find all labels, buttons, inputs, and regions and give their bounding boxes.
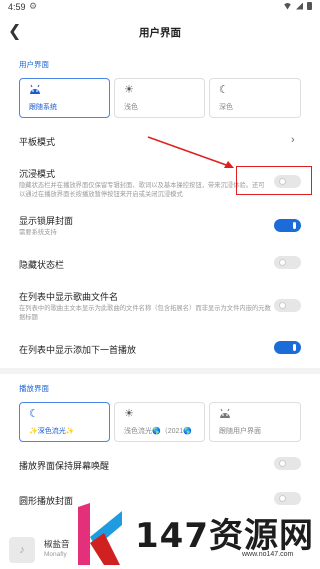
mini-player-song: 椒盐音 — [44, 539, 70, 549]
music-note-icon: ♪ — [9, 537, 35, 563]
annotation-highlight-box — [236, 166, 312, 195]
annotation-arrow — [147, 136, 234, 168]
watermark-logo — [78, 503, 122, 565]
watermark-text: 147资源网 — [135, 516, 314, 556]
watermark-url: www.no147.com — [242, 551, 294, 558]
mini-player-artist: Monafly — [44, 551, 67, 558]
